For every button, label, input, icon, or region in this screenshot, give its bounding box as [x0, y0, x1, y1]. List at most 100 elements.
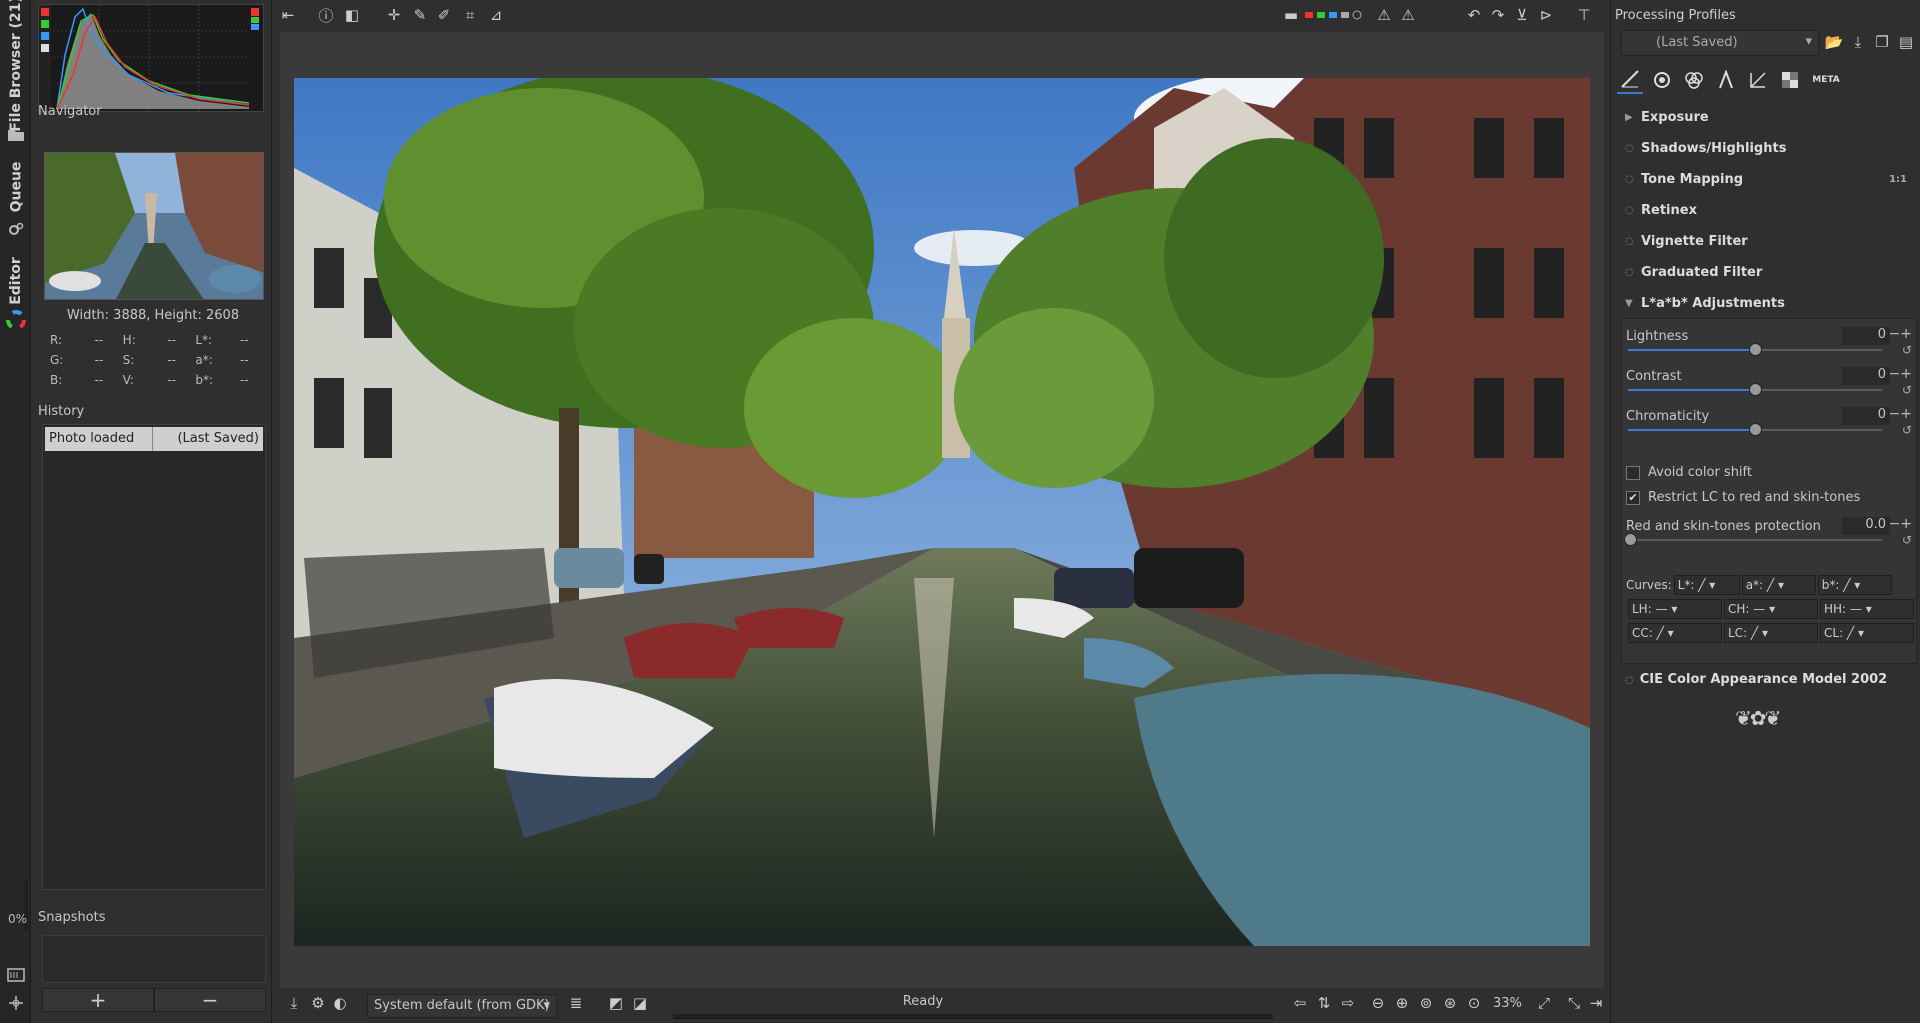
previous-image-icon[interactable]: ⇦	[1289, 993, 1311, 1013]
rendering-intent-icon[interactable]: ≣	[565, 993, 587, 1013]
restrict-lc-checkbox[interactable]: ✔ Restrict LC to red and skin-tones	[1626, 490, 1860, 505]
rotate-left-icon[interactable]: ↶	[1463, 5, 1485, 25]
slider-knob[interactable]	[1749, 383, 1762, 396]
chromaticity-slider[interactable]: Chromaticity 0 −+ ↺	[1626, 406, 1914, 437]
curve-l-button[interactable]: L*: ╱ ▾	[1673, 575, 1740, 595]
slider-track[interactable]	[1628, 423, 1882, 436]
curve-lc-button[interactable]: LC: ╱ ▾	[1724, 623, 1818, 643]
hide-top-panel-button[interactable]: ⊤	[1573, 5, 1595, 25]
queue-icon[interactable]: ⚙	[307, 993, 329, 1013]
history-row[interactable]: Photo loaded (Last Saved)	[45, 427, 263, 451]
tool-tone-mapping[interactable]: ◌ Tone Mapping 1:1	[1617, 164, 1917, 195]
zoom-in-icon[interactable]: ⊕	[1391, 993, 1413, 1013]
remove-snapshot-button[interactable]: −	[154, 988, 266, 1012]
tab-file-browser[interactable]: File Browser (21)	[3, 0, 29, 132]
curve-cl-button[interactable]: CL: ╱ ▾	[1820, 623, 1914, 643]
tab-metadata[interactable]: META	[1809, 66, 1843, 94]
tab-raw[interactable]	[1777, 66, 1803, 94]
sync-image-icon[interactable]: ⇅	[1313, 993, 1335, 1013]
curve-b-button[interactable]: b*: ╱ ▾	[1817, 575, 1892, 595]
tab-transform[interactable]	[1745, 66, 1771, 94]
slider-knob[interactable]	[1749, 423, 1762, 436]
fullscreen-icon[interactable]: ⤡	[1563, 993, 1585, 1013]
tab-advanced[interactable]	[1713, 66, 1739, 94]
zoom-fit-icon[interactable]: ⊚	[1415, 993, 1437, 1013]
reset-icon[interactable]: ↺	[1902, 343, 1912, 357]
move-icon[interactable]	[7, 996, 25, 1010]
hand-tool-icon[interactable]: ✛	[383, 5, 405, 25]
zoom-fit-crop-icon[interactable]: ⊛	[1439, 993, 1461, 1013]
gamut-check-icon[interactable]: ◪	[629, 993, 651, 1013]
save-profile-icon[interactable]: ⤓	[1847, 32, 1869, 52]
power-toggle-icon[interactable]: ◌	[1625, 174, 1641, 185]
info-icon[interactable]: ⓘ	[315, 5, 337, 25]
slider-knob[interactable]	[1749, 343, 1762, 356]
gears-icon[interactable]	[7, 222, 25, 236]
tab-exposure[interactable]	[1617, 66, 1643, 94]
tool-graduated-filter[interactable]: ◌ Graduated Filter	[1617, 257, 1917, 288]
main-image-preview[interactable]	[294, 78, 1590, 946]
color-wheel-icon[interactable]	[6, 310, 26, 330]
history-list[interactable]: Photo loaded (Last Saved)	[42, 424, 266, 890]
curve-cc-button[interactable]: CC: ╱ ▾	[1628, 623, 1722, 643]
slider-value[interactable]: 0	[1842, 327, 1890, 345]
slider-stepper[interactable]: −+	[1889, 406, 1912, 422]
checkbox-box[interactable]	[1626, 465, 1640, 480]
skin-protection-slider[interactable]: Red and skin-tones protection 0.0 −+ ↺	[1624, 516, 1914, 547]
folder-icon[interactable]	[7, 128, 25, 142]
avoid-color-shift-checkbox[interactable]: Avoid color shift	[1626, 465, 1752, 480]
snapshots-list[interactable]	[42, 935, 266, 983]
highlight-clipping-warning-icon[interactable]: ⚠	[1397, 5, 1419, 25]
slider-value[interactable]: 0.0	[1842, 517, 1890, 535]
slider-track[interactable]	[1628, 383, 1882, 396]
tab-color[interactable]	[1681, 66, 1707, 94]
curve-hh-button[interactable]: HH: — ▾	[1820, 599, 1914, 619]
power-toggle-icon[interactable]: ◌	[1625, 143, 1641, 154]
slider-stepper[interactable]: −+	[1889, 366, 1912, 382]
curve-lh-button[interactable]: LH: — ▾	[1628, 599, 1722, 619]
paste-profile-icon[interactable]: ▤	[1895, 32, 1917, 52]
checkbox-box[interactable]: ✔	[1626, 490, 1640, 505]
slider-value[interactable]: 0	[1842, 367, 1890, 385]
load-profile-icon[interactable]: 📂	[1823, 32, 1845, 52]
color-picker-icon[interactable]: ✐	[433, 5, 455, 25]
monitor-profile-select[interactable]: System default (from GDK) ▾	[367, 994, 557, 1018]
tool-shadows-highlights[interactable]: ◌ Shadows/Highlights	[1617, 133, 1917, 164]
contrast-slider[interactable]: Contrast 0 −+ ↺	[1626, 366, 1914, 397]
add-snapshot-button[interactable]: +	[42, 988, 154, 1012]
soft-proof-icon[interactable]: ◩	[605, 993, 627, 1013]
slider-track[interactable]	[1628, 343, 1882, 356]
processing-profile-select[interactable]: (Last Saved) ▾	[1621, 30, 1819, 56]
tool-ciecam02[interactable]: ◌ CIE Color Appearance Model 2002	[1625, 672, 1887, 687]
slider-stepper[interactable]: −+	[1889, 516, 1912, 532]
tool-exposure[interactable]: ▶ Exposure	[1617, 102, 1917, 133]
curve-ch-button[interactable]: CH: — ▾	[1724, 599, 1818, 619]
next-image-icon[interactable]: ⇨	[1337, 993, 1359, 1013]
curve-a-button[interactable]: a*: ╱ ▾	[1741, 575, 1816, 595]
hide-left-panel-button[interactable]: ⇤	[277, 5, 299, 25]
white-balance-picker-icon[interactable]: ✎	[409, 5, 431, 25]
power-toggle-icon[interactable]: ◌	[1625, 267, 1641, 278]
slider-value[interactable]: 0	[1842, 407, 1890, 425]
channel-preview-icon[interactable]	[1303, 5, 1363, 25]
tab-details[interactable]	[1649, 66, 1675, 94]
rotate-right-icon[interactable]: ↷	[1487, 5, 1509, 25]
panel-toggle-icon[interactable]	[7, 968, 25, 982]
slider-knob[interactable]	[1624, 533, 1637, 546]
save-image-icon[interactable]: ⤓	[283, 993, 305, 1013]
tool-lab-adjustments[interactable]: ▼ L*a*b* Adjustments	[1617, 288, 1917, 319]
crop-icon[interactable]: ⌗	[459, 5, 481, 25]
new-detail-window-icon[interactable]: ⤢	[1533, 993, 1555, 1013]
tab-editor[interactable]: Editor	[3, 252, 29, 310]
reset-icon[interactable]: ↺	[1902, 383, 1912, 397]
tool-vignette-filter[interactable]: ◌ Vignette Filter	[1617, 226, 1917, 257]
editor-external-icon[interactable]: ◐	[329, 993, 351, 1013]
flip-vertical-icon[interactable]: ⊻	[1511, 5, 1533, 25]
zoom-100-icon[interactable]: ⊙	[1463, 993, 1485, 1013]
copy-profile-icon[interactable]: ❐	[1871, 32, 1893, 52]
before-after-icon[interactable]: ◧	[341, 5, 363, 25]
preview-mode-icon[interactable]: ▬	[1277, 5, 1305, 25]
flip-horizontal-icon[interactable]: ⊳	[1535, 5, 1557, 25]
tool-retinex[interactable]: ◌ Retinex	[1617, 195, 1917, 226]
slider-track[interactable]	[1624, 533, 1882, 546]
